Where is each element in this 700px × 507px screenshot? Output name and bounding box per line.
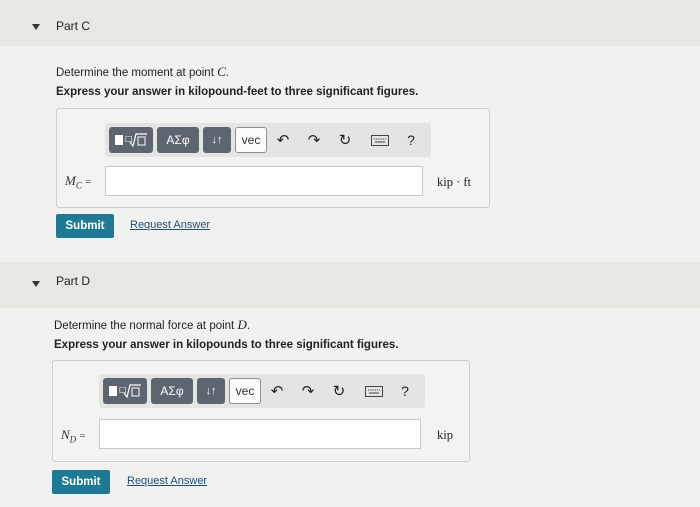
greek-symbols-label: ΑΣφ: [160, 384, 184, 398]
help-icon[interactable]: ?: [395, 381, 415, 401]
fraction-root-icon: □: [115, 133, 147, 148]
part-c-title: Part C: [56, 19, 91, 33]
collapse-caret-icon[interactable]: [32, 24, 40, 30]
prompt-text: Determine the normal force at point: [54, 320, 238, 332]
fraction-root-icon: □: [109, 384, 141, 399]
math-toolbar: □ ΑΣφ ↓↑ vec ↶ ↷ ↻ ?: [99, 374, 425, 408]
mc-answer-input[interactable]: [105, 166, 423, 196]
reset-icon[interactable]: ↻: [329, 381, 349, 401]
subscript-superscript-button[interactable]: ↓↑: [197, 378, 225, 404]
mc-unit: kip · ft: [437, 175, 472, 189]
mc-label: MC =: [65, 173, 91, 191]
equals-sign: =: [79, 430, 86, 442]
label-symbol: M: [65, 173, 76, 188]
help-label: ?: [401, 383, 409, 399]
part-d-request-answer-link[interactable]: Request Answer: [127, 475, 207, 487]
undo-icon[interactable]: ↶: [273, 130, 293, 150]
label-symbol: N: [61, 427, 70, 442]
math-toolbar: □ ΑΣφ ↓↑ vec ↶ ↷ ↻ ?: [105, 123, 431, 157]
part-d-prompt: Determine the normal force at point D.: [54, 317, 251, 332]
part-d-answer-box: □ ΑΣφ ↓↑ vec ↶ ↷ ↻ ? ND = kip: [52, 360, 470, 462]
vector-label: vec: [235, 384, 255, 398]
svg-text:□: □: [119, 385, 127, 394]
part-d-instruction: Express your answer in kilopounds to thr…: [54, 339, 399, 351]
vector-label: vec: [241, 133, 261, 147]
equals-sign: =: [85, 176, 92, 188]
greek-symbols-button[interactable]: ΑΣφ: [151, 378, 193, 404]
part-d-submit-button[interactable]: Submit: [52, 470, 110, 494]
keyboard-shape: [365, 385, 383, 397]
part-c-header[interactable]: Part C: [0, 0, 700, 46]
help-label: ?: [407, 132, 415, 148]
prompt-variable: D: [237, 317, 247, 332]
nd-answer-input[interactable]: [99, 419, 421, 449]
keyboard-icon[interactable]: [367, 130, 393, 150]
collapse-caret-icon[interactable]: [32, 281, 40, 287]
sort-arrows-icon: ↓↑: [211, 134, 223, 146]
prompt-text: Determine the moment at point: [56, 67, 218, 79]
vector-button[interactable]: vec: [235, 127, 267, 153]
nd-unit: kip: [437, 428, 453, 442]
part-c-answer-box: □ ΑΣφ ↓↑ vec ↶ ↷ ↻ ? MC = kip · ft: [56, 108, 490, 208]
redo-icon[interactable]: ↷: [298, 381, 318, 401]
keyboard-shape: [371, 134, 389, 146]
reset-icon[interactable]: ↻: [335, 130, 355, 150]
vector-button[interactable]: vec: [229, 378, 261, 404]
part-c-instruction: Express your answer in kilopound-feet to…: [56, 86, 419, 98]
subscript-superscript-button[interactable]: ↓↑: [203, 127, 231, 153]
undo-icon[interactable]: ↶: [267, 381, 287, 401]
part-d-header[interactable]: Part D: [0, 262, 700, 308]
help-icon[interactable]: ?: [401, 130, 421, 150]
part-c-request-answer-link[interactable]: Request Answer: [130, 219, 210, 231]
part-c-submit-button[interactable]: Submit: [56, 214, 114, 238]
redo-icon[interactable]: ↷: [304, 130, 324, 150]
greek-symbols-label: ΑΣφ: [166, 133, 190, 147]
label-subscript: C: [75, 180, 82, 191]
label-subscript: D: [69, 434, 77, 445]
part-d-title: Part D: [56, 274, 91, 288]
greek-symbols-button[interactable]: ΑΣφ: [157, 127, 199, 153]
svg-text:□: □: [125, 134, 133, 143]
prompt-variable: C: [217, 64, 226, 79]
part-c-prompt: Determine the moment at point C.: [56, 64, 229, 79]
sort-arrows-icon: ↓↑: [205, 385, 217, 397]
templates-button[interactable]: □: [109, 127, 153, 153]
nd-label: ND =: [61, 427, 86, 445]
keyboard-icon[interactable]: [361, 381, 387, 401]
templates-button[interactable]: □: [103, 378, 147, 404]
